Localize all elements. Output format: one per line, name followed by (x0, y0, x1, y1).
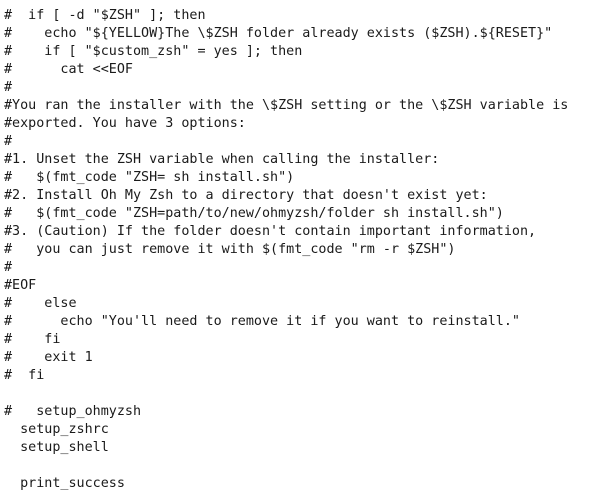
code-line[interactable]: setup_shell (4, 439, 568, 457)
code-line[interactable]: # (4, 259, 568, 277)
code-line[interactable]: # exit 1 (4, 349, 568, 367)
code-line[interactable]: # $(fmt_code "ZSH=path/to/new/ohmyzsh/fo… (4, 205, 568, 223)
code-line[interactable]: #3. (Caution) If the folder doesn't cont… (4, 223, 568, 241)
code-line[interactable]: #2. Install Oh My Zsh to a directory tha… (4, 187, 568, 205)
code-line[interactable]: # fi (4, 331, 568, 349)
code-line[interactable]: # echo "You'll need to remove it if you … (4, 313, 568, 331)
code-line[interactable] (4, 457, 568, 475)
code-line[interactable]: setup_zshrc (4, 421, 568, 439)
code-line[interactable]: #EOF (4, 277, 568, 295)
code-line[interactable]: # $(fmt_code "ZSH= sh install.sh") (4, 169, 568, 187)
code-line[interactable]: # fi (4, 367, 568, 385)
code-line[interactable]: # (4, 133, 568, 151)
code-line[interactable]: # you can just remove it with $(fmt_code… (4, 241, 568, 259)
code-line[interactable] (4, 385, 568, 403)
code-line[interactable]: # if [ "$custom_zsh" = yes ]; then (4, 43, 568, 61)
code-line[interactable]: #1. Unset the ZSH variable when calling … (4, 151, 568, 169)
code-line[interactable]: # if [ -d "$ZSH" ]; then (4, 7, 568, 25)
code-line[interactable]: # setup_ohmyzsh (4, 403, 568, 421)
code-line[interactable]: # cat <<EOF (4, 61, 568, 79)
code-editor[interactable]: # if [ -d "$ZSH" ]; then # echo "${YELLOW… (0, 0, 611, 490)
code-line[interactable]: #exported. You have 3 options: (4, 115, 568, 133)
code-line[interactable]: # (4, 79, 568, 97)
code-line[interactable]: # else (4, 295, 568, 313)
code-line[interactable]: print_success (4, 475, 568, 490)
code-lines: # if [ -d "$ZSH" ]; then # echo "${YELLOW… (4, 7, 568, 490)
code-line[interactable]: # echo "${YELLOW}The \$ZSH folder alread… (4, 25, 568, 43)
code-line[interactable]: #You ran the installer with the \$ZSH se… (4, 97, 568, 115)
